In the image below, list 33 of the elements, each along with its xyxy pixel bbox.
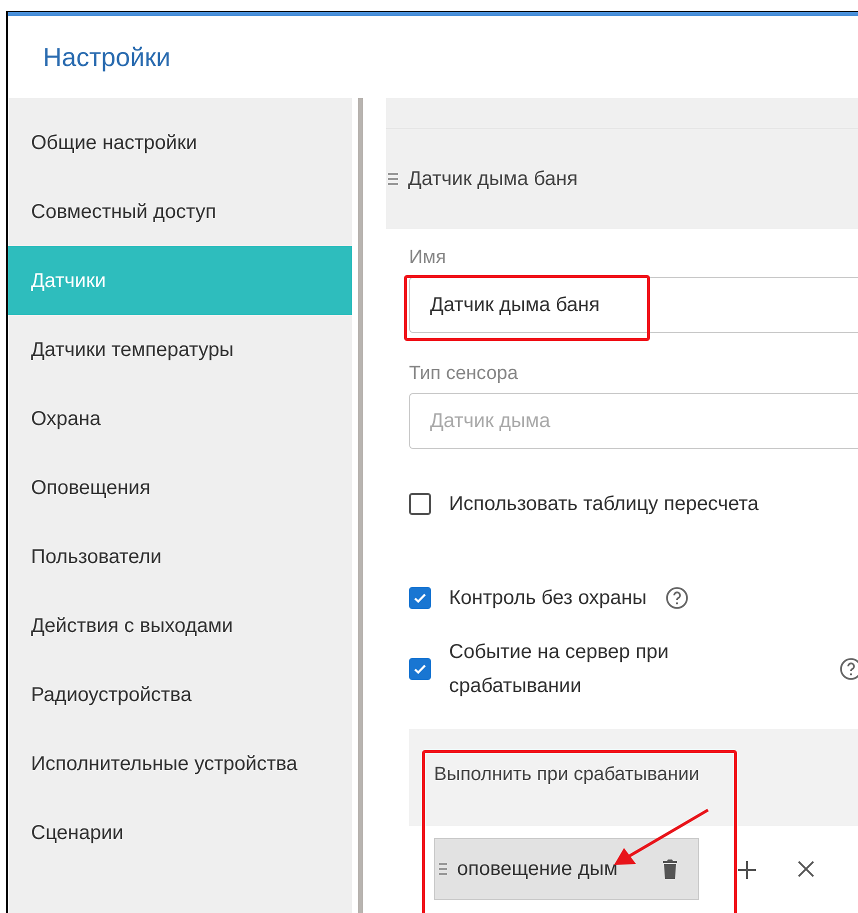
sidebar-item[interactable]: Пользователи (8, 522, 352, 591)
sidebar-item[interactable]: Действия с выходами (8, 591, 352, 660)
checkbox[interactable] (409, 493, 431, 515)
card-header[interactable]: Датчик дыма баня (386, 129, 858, 229)
help-icon[interactable] (839, 657, 858, 681)
chip-label: оповещение дым (457, 858, 619, 880)
drag-handle-icon[interactable] (439, 863, 447, 875)
sidebar-item[interactable]: Радиоустройства (8, 660, 352, 729)
checkbox-label: Событие на сервер при срабатывании (449, 640, 670, 699)
section-title: Выполнить при срабатывании (433, 763, 700, 787)
checkbox-label: Контроль без охраны (449, 586, 647, 611)
card-title: Датчик дыма баня (408, 168, 578, 190)
field-label: Тип сенсора (409, 363, 519, 385)
sidebar-item[interactable]: Датчики температуры (8, 315, 352, 384)
scrollbar[interactable] (358, 98, 363, 913)
sidebar-item[interactable]: Охрана (8, 384, 352, 453)
field-label: Имя (409, 247, 448, 269)
close-icon[interactable] (795, 858, 817, 880)
sidebar-item[interactable]: Исполнительные устройства (8, 729, 352, 798)
sidebar-item[interactable]: Совместный доступ (8, 177, 352, 246)
sidebar-item[interactable]: Оповещения (8, 453, 352, 522)
add-icon[interactable] (735, 858, 759, 882)
checkbox-label: Использовать таблицу пересчета (449, 492, 759, 517)
help-icon[interactable] (664, 586, 689, 610)
sensor-type-field[interactable]: Датчик дыма (409, 393, 858, 449)
checkbox[interactable] (409, 587, 431, 609)
drag-handle-icon[interactable] (388, 173, 398, 185)
sidebar-item[interactable]: Сценарии (8, 798, 352, 867)
name-field[interactable]: Датчик дыма баня (409, 277, 858, 333)
checkbox[interactable] (409, 658, 431, 680)
action-chip[interactable]: оповещение дым (434, 838, 699, 900)
sidebar-item[interactable]: Общие настройки (8, 108, 352, 177)
window-title: Настройки (43, 42, 170, 72)
